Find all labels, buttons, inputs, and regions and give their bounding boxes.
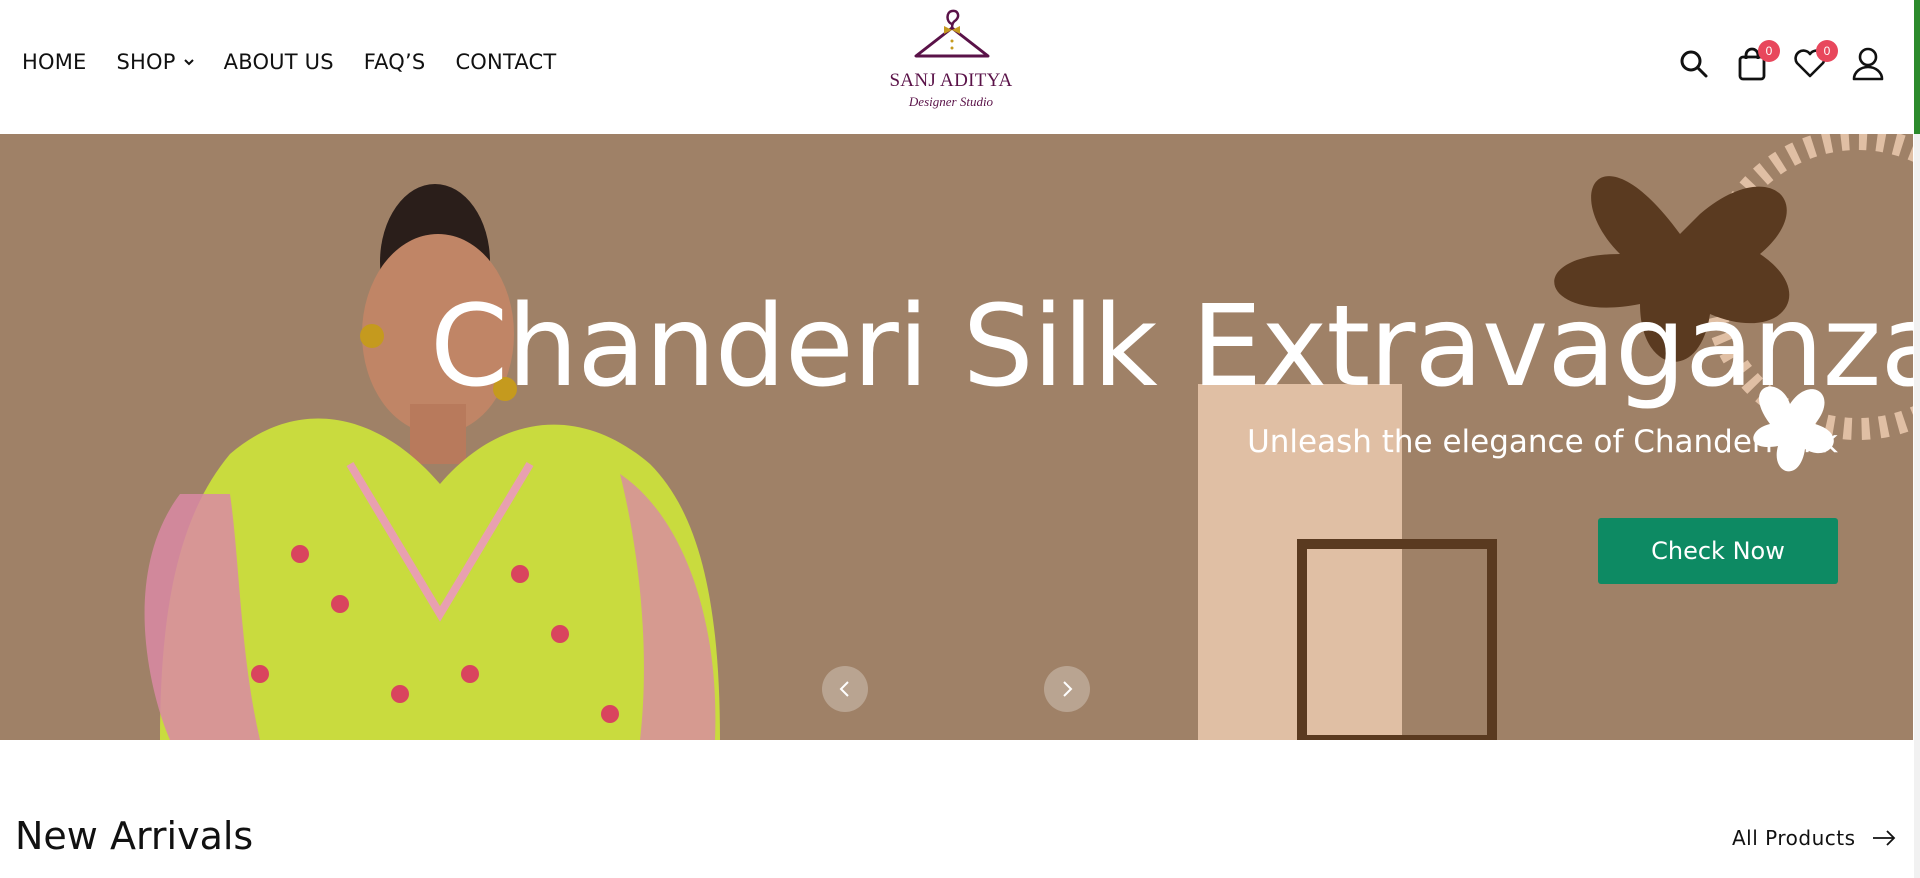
slider-next-button[interactable] [1044, 666, 1090, 712]
hero-title: Chanderi Silk Extravaganza [430, 282, 1913, 412]
arrow-right-icon [1872, 830, 1895, 846]
chevron-right-icon [1063, 681, 1073, 697]
nav-about[interactable]: ABOUT US [224, 50, 334, 74]
user-icon [1852, 47, 1884, 81]
nav-faqs[interactable]: FAQ’S [364, 50, 426, 74]
all-products-link[interactable]: All Products [1732, 826, 1896, 850]
scrollbar-indicator [1914, 0, 1920, 134]
all-products-label: All Products [1732, 826, 1856, 850]
hanger-icon [914, 9, 990, 58]
nav-shop-label: SHOP [116, 50, 176, 74]
site-logo[interactable]: SANJ ADITYA Designer Studio [886, 4, 1016, 112]
wishlist-count-badge: 0 [1816, 40, 1838, 62]
logo-brand: SANJ ADITYA [889, 70, 1013, 91]
search-icon [1680, 50, 1708, 78]
header-actions: 0 0 [1676, 40, 1886, 84]
new-arrivals-heading: New Arrivals [15, 814, 254, 858]
logo-tagline: Designer Studio [908, 94, 994, 109]
site-header: HOME SHOP ABOUT US FAQ’S CONTACT SANJ AD… [0, 0, 1920, 134]
chevron-left-icon [839, 681, 849, 697]
chevron-down-icon [183, 59, 194, 66]
hero-slider: Chanderi Silk Extravaganza Unleash the e… [0, 134, 1913, 740]
slider-prev-button[interactable] [822, 666, 868, 712]
cart-button[interactable]: 0 [1734, 40, 1780, 84]
check-now-button[interactable]: Check Now [1598, 518, 1838, 584]
hero-subtitle: Unleash the elegance of Chanderi Silk [1247, 424, 1838, 460]
main-nav: HOME SHOP ABOUT US FAQ’S CONTACT [22, 50, 556, 74]
nav-home[interactable]: HOME [22, 50, 87, 74]
account-button[interactable] [1850, 44, 1886, 84]
search-button[interactable] [1676, 44, 1712, 84]
nav-shop[interactable]: SHOP [117, 50, 194, 74]
wishlist-button[interactable]: 0 [1792, 40, 1838, 84]
scrollbar-track[interactable] [1914, 134, 1920, 878]
cart-count-badge: 0 [1758, 40, 1780, 62]
nav-contact[interactable]: CONTACT [455, 50, 556, 74]
